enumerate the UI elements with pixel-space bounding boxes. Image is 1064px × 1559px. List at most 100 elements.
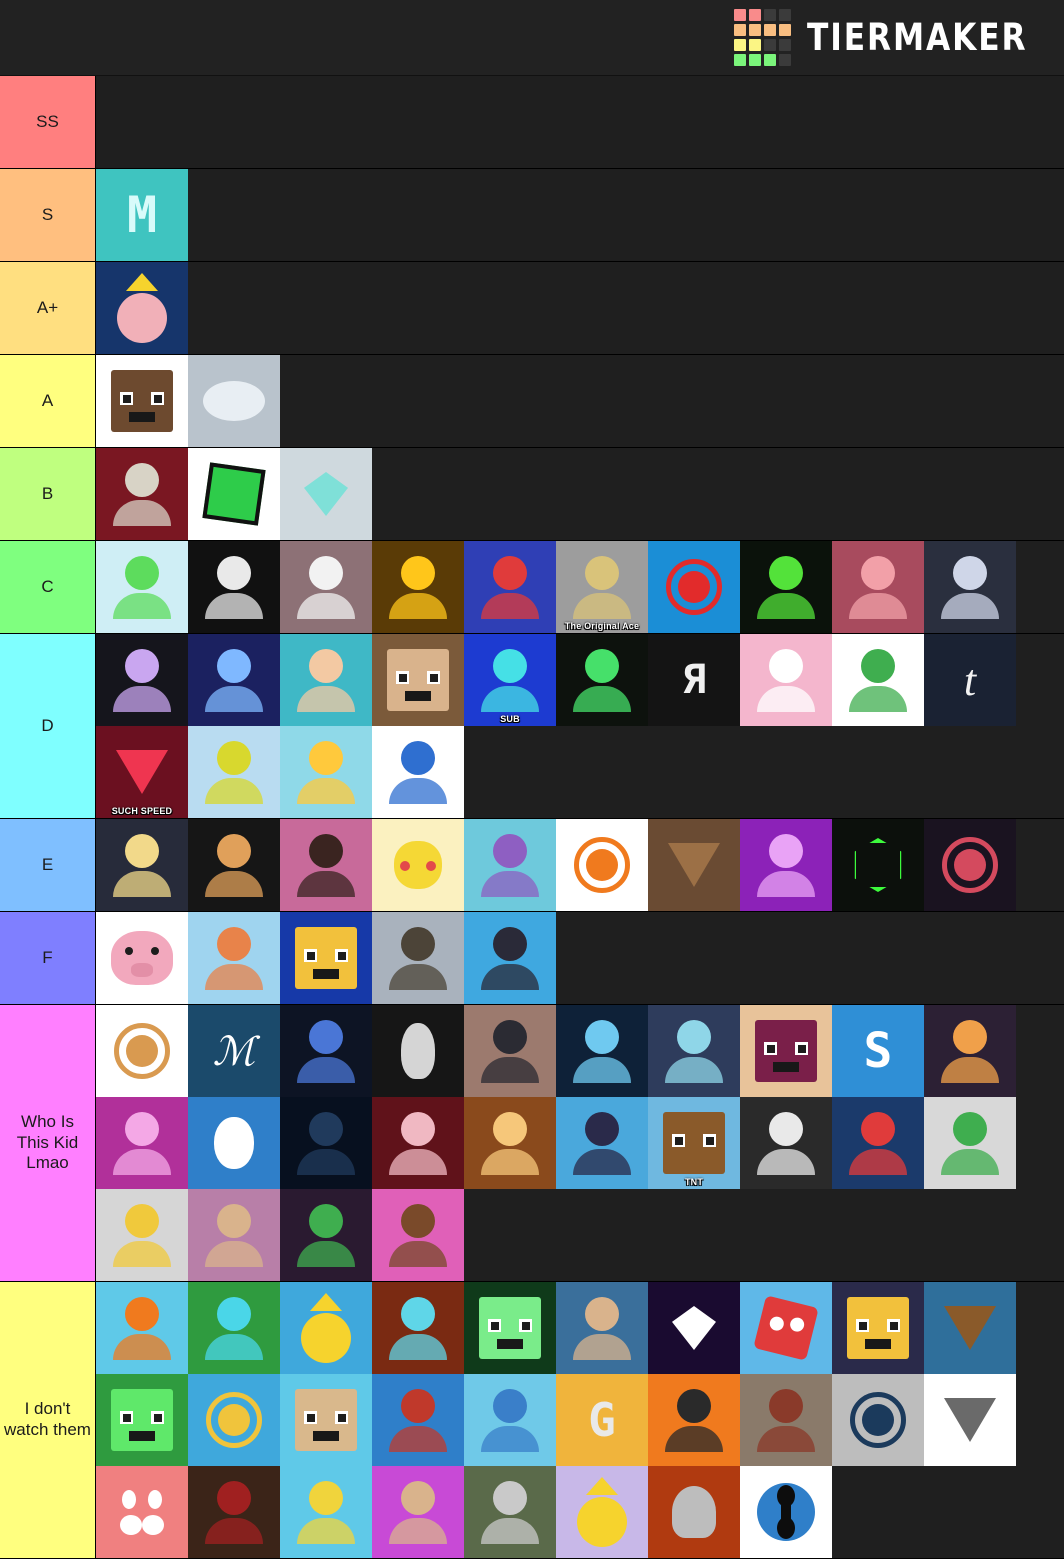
- tier-items-container[interactable]: M: [96, 169, 1064, 261]
- brown-hair-boy-avatar[interactable]: [280, 634, 372, 726]
- tier-items-container[interactable]: G: [96, 1282, 1064, 1558]
- tier-label-c[interactable]: C: [0, 541, 96, 633]
- green-slime-avatar[interactable]: [464, 1282, 556, 1374]
- tier-items-container[interactable]: ℳ S TNT: [96, 1005, 1064, 1281]
- dark-blue-avatar[interactable]: [280, 1097, 372, 1189]
- g-lightning-logo-avatar[interactable]: G: [556, 1374, 648, 1466]
- tier-items-container[interactable]: [96, 912, 1064, 1004]
- purple-glow-avatar[interactable]: [740, 819, 832, 911]
- sword-render-avatar[interactable]: [648, 1005, 740, 1097]
- tier-label-s[interactable]: S: [0, 169, 96, 261]
- curly-hair-boy-avatar[interactable]: [280, 819, 372, 911]
- hamster-avatar[interactable]: [96, 1005, 188, 1097]
- green-hood-char-avatar[interactable]: [924, 1097, 1016, 1189]
- crossbow-skin-avatar[interactable]: [96, 448, 188, 540]
- gun-cartoon-avatar[interactable]: [556, 819, 648, 911]
- tier-label-b[interactable]: B: [0, 448, 96, 540]
- blonde-anime-avatar[interactable]: [96, 819, 188, 911]
- white-glow-avatar[interactable]: [280, 541, 372, 633]
- tier-label-f[interactable]: F: [0, 912, 96, 1004]
- werewolf-avatar[interactable]: [924, 1282, 1016, 1374]
- pikachu-suit-avatar[interactable]: [372, 819, 464, 911]
- blue-sword-render-avatar[interactable]: [188, 634, 280, 726]
- tier-label-i-don-t-watch-them[interactable]: I don't watch them: [0, 1282, 96, 1558]
- tier-items-container[interactable]: [96, 819, 1064, 911]
- red-eyes-anime-avatar[interactable]: [372, 1189, 464, 1281]
- diamond-logo-avatar[interactable]: [648, 1282, 740, 1374]
- technoblade-avatar[interactable]: [96, 262, 188, 354]
- green-glow-avatar[interactable]: [556, 634, 648, 726]
- anime-face-avatar[interactable]: [188, 541, 280, 633]
- tier-items-container[interactable]: [96, 448, 1064, 540]
- tier-items-container[interactable]: SUB Яt SUCH SPEED: [96, 634, 1064, 818]
- grin-anime-avatar[interactable]: [372, 912, 464, 1004]
- tier-label-who-is-this-kid-lmao[interactable]: Who Is This Kid Lmao: [0, 1005, 96, 1281]
- grian-avatar[interactable]: [96, 355, 188, 447]
- grass-field-avatar[interactable]: [464, 1466, 556, 1558]
- tier-label-ss[interactable]: SS: [0, 76, 96, 168]
- green-jacket-avatar[interactable]: [280, 1189, 372, 1281]
- tier-items-container[interactable]: [96, 76, 1064, 168]
- s-circle-logo-avatar[interactable]: [188, 1374, 280, 1466]
- beard-sunglasses-avatar[interactable]: [556, 1282, 648, 1374]
- skin-face-avatar[interactable]: [740, 1005, 832, 1097]
- glasses-orange-avatar[interactable]: [648, 1374, 740, 1466]
- santa-villain-avatar[interactable]: [372, 1097, 464, 1189]
- astronaut-logo-avatar[interactable]: [372, 1005, 464, 1097]
- calligraphy-logo-avatar[interactable]: ℳ: [188, 1005, 280, 1097]
- green-b-logo-avatar[interactable]: [832, 819, 924, 911]
- fire-helmet-avatar[interactable]: [648, 1466, 740, 1558]
- fire-girl-avatar[interactable]: [280, 726, 372, 818]
- blue-x-logo-avatar[interactable]: [740, 1466, 832, 1558]
- wolf-head-avatar[interactable]: [924, 1374, 1016, 1466]
- beard-skin-avatar[interactable]: [740, 1374, 832, 1466]
- tier-items-container[interactable]: [96, 355, 1064, 447]
- red-dog-logo-avatar[interactable]: [648, 541, 740, 633]
- ginger-hoodie-avatar[interactable]: [188, 912, 280, 1004]
- gold-armor-avatar[interactable]: [280, 912, 372, 1004]
- blonde-laugh-avatar[interactable]: [96, 1189, 188, 1281]
- red-frame-boy-avatar[interactable]: [188, 1466, 280, 1558]
- mustache-face-avatar[interactable]: [96, 1466, 188, 1558]
- tier-label-a[interactable]: A: [0, 355, 96, 447]
- green-turtle-avatar[interactable]: [96, 541, 188, 633]
- tier-label-d[interactable]: D: [0, 634, 96, 818]
- christmas-bunny-avatar[interactable]: [740, 634, 832, 726]
- fire-suit-avatar[interactable]: [372, 541, 464, 633]
- pink-render-avatar[interactable]: [96, 1097, 188, 1189]
- such-speed-avatar[interactable]: SUCH SPEED: [96, 726, 188, 818]
- white-logo-avatar[interactable]: Я: [648, 634, 740, 726]
- blue-hoodie-chibi-avatar[interactable]: [280, 1005, 372, 1097]
- s-logo-avatar[interactable]: S: [832, 1005, 924, 1097]
- tier-items-container[interactable]: The Original Ace: [96, 541, 1064, 633]
- green-hood-avatar[interactable]: [740, 541, 832, 633]
- penguin-bow-avatar[interactable]: [188, 1097, 280, 1189]
- plaid-hood-avatar[interactable]: [372, 1374, 464, 1466]
- circle-logo-avatar[interactable]: [832, 1374, 924, 1466]
- diamond-armor-avatar[interactable]: [280, 448, 372, 540]
- pixelcube-logo-avatar[interactable]: [188, 448, 280, 540]
- dark-sword-avatar[interactable]: [372, 1282, 464, 1374]
- blue-hair-boy-avatar[interactable]: [556, 1097, 648, 1189]
- crown-block-avatar[interactable]: [280, 1282, 372, 1374]
- green-creeper-face-avatar[interactable]: [96, 1374, 188, 1466]
- furry-face-avatar[interactable]: [648, 819, 740, 911]
- purple-block-avatar[interactable]: [464, 819, 556, 911]
- suit-cartoon-avatar[interactable]: [188, 819, 280, 911]
- gold-armor-smile-avatar[interactable]: [832, 1282, 924, 1374]
- tiermaker-logo[interactable]: TIERMAKER: [734, 9, 1042, 66]
- orange-mask-avatar[interactable]: [96, 1282, 188, 1374]
- baby-seal-avatar[interactable]: [188, 355, 280, 447]
- bow-render-avatar[interactable]: [924, 541, 1016, 633]
- golden-boy-avatar[interactable]: [464, 1097, 556, 1189]
- green-sword-boy-avatar[interactable]: [188, 1282, 280, 1374]
- tnt-owl-avatar[interactable]: TNT: [648, 1097, 740, 1189]
- yellow-cube-avatar[interactable]: [188, 726, 280, 818]
- white-sketch-avatar[interactable]: [740, 1097, 832, 1189]
- the-original-ace-avatar[interactable]: The Original Ace: [556, 541, 648, 633]
- blue-mask-hero-avatar[interactable]: [372, 726, 464, 818]
- fire-render-avatar[interactable]: [832, 541, 924, 633]
- pink-pig-avatar[interactable]: [96, 912, 188, 1004]
- lightning-skin-avatar[interactable]: [96, 634, 188, 726]
- blonde-wave-avatar[interactable]: [280, 1466, 372, 1558]
